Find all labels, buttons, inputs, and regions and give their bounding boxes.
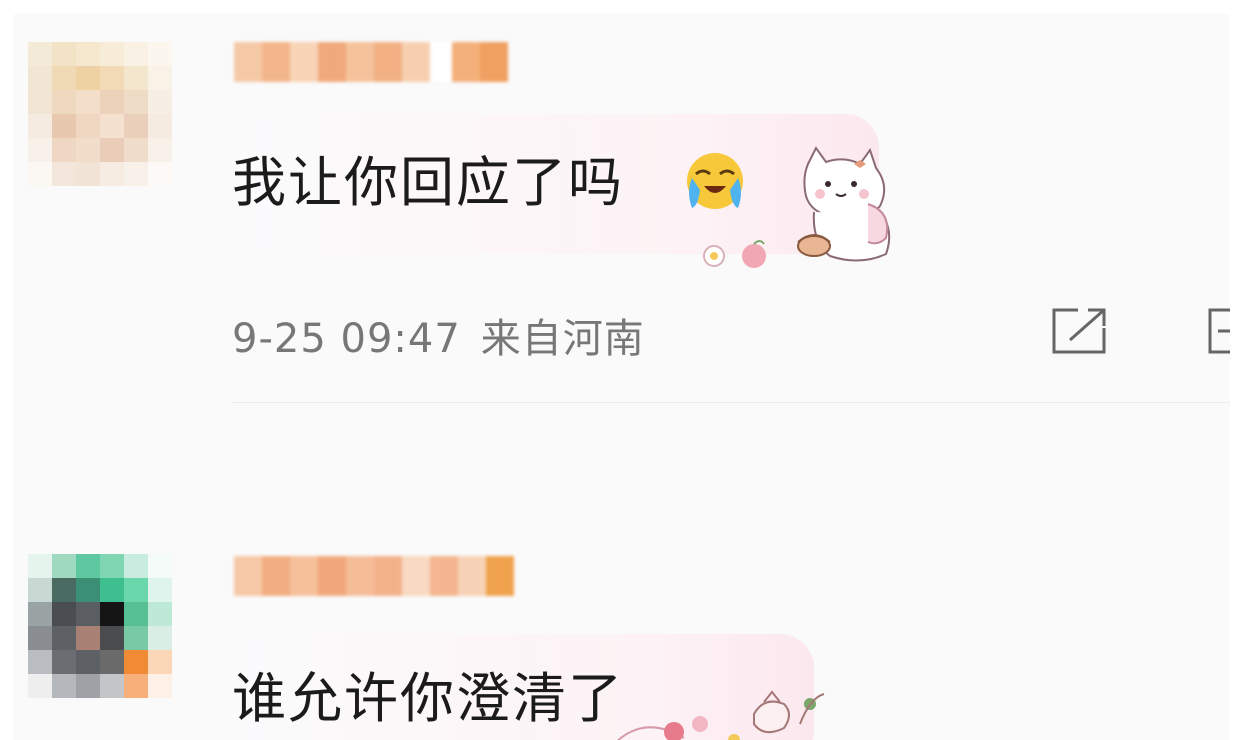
- username-redacted[interactable]: [234, 42, 508, 82]
- cat-sticker-icon: [797, 146, 891, 262]
- flower-decoration-icon: [703, 240, 766, 268]
- comment-item: 我让你回应了吗 9-25 09:47 来自河南: [14, 14, 1230, 414]
- comment-feed: 我让你回应了吗 9-25 09:47 来自河南 谁允许你澄清了: [14, 14, 1230, 740]
- comment-meta: 9-25 09:47 来自河南: [232, 306, 645, 364]
- comment-text: 谁允许你澄清了: [232, 667, 624, 730]
- more-icon[interactable]: [1206, 306, 1230, 356]
- floral-sticker-icon: [616, 690, 825, 740]
- comment-location: 来自河南: [480, 316, 645, 362]
- avatar[interactable]: [28, 554, 172, 698]
- divider: [232, 402, 1230, 403]
- comment-text: 我让你回应了吗: [232, 151, 624, 214]
- share-icon[interactable]: [1048, 306, 1110, 356]
- username-redacted[interactable]: [234, 556, 514, 596]
- comment-item: 谁允许你澄清了: [14, 534, 1230, 740]
- comment-time: 9-25 09:47: [232, 316, 461, 362]
- crying-face-icon: [687, 153, 743, 209]
- avatar[interactable]: [28, 42, 172, 186]
